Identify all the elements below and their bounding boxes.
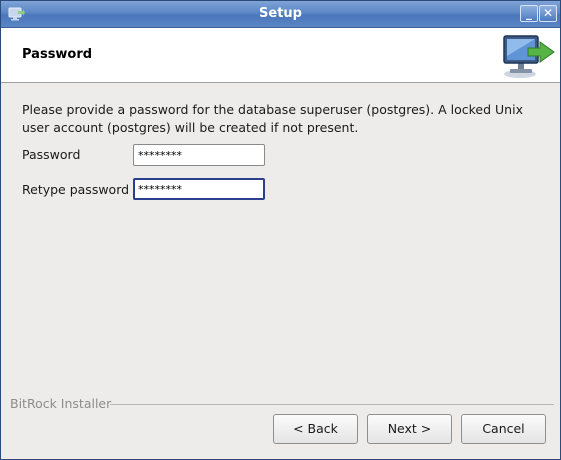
cancel-button[interactable]: Cancel bbox=[461, 414, 546, 444]
setup-window: Setup _ ✕ Password Please provide a pass… bbox=[0, 0, 561, 460]
retype-password-field[interactable] bbox=[133, 178, 265, 200]
password-label: Password bbox=[22, 147, 81, 162]
description-text: Please provide a password for the databa… bbox=[22, 102, 523, 135]
title-bar[interactable]: Setup _ ✕ bbox=[1, 1, 560, 28]
window-title: Setup bbox=[259, 6, 302, 21]
page-title: Password bbox=[22, 47, 93, 62]
minimize-button[interactable]: _ bbox=[520, 5, 538, 22]
installer-brand: BitRock Installer bbox=[10, 396, 112, 411]
footer-divider bbox=[110, 404, 554, 405]
next-button[interactable]: Next > bbox=[367, 414, 452, 444]
installer-monitor-arrow-icon bbox=[503, 35, 555, 78]
close-button[interactable]: ✕ bbox=[539, 5, 557, 22]
back-button[interactable]: < Back bbox=[273, 414, 358, 444]
password-field[interactable] bbox=[133, 144, 265, 166]
header-panel: Password bbox=[1, 28, 560, 83]
retype-password-label: Retype password bbox=[22, 182, 130, 197]
